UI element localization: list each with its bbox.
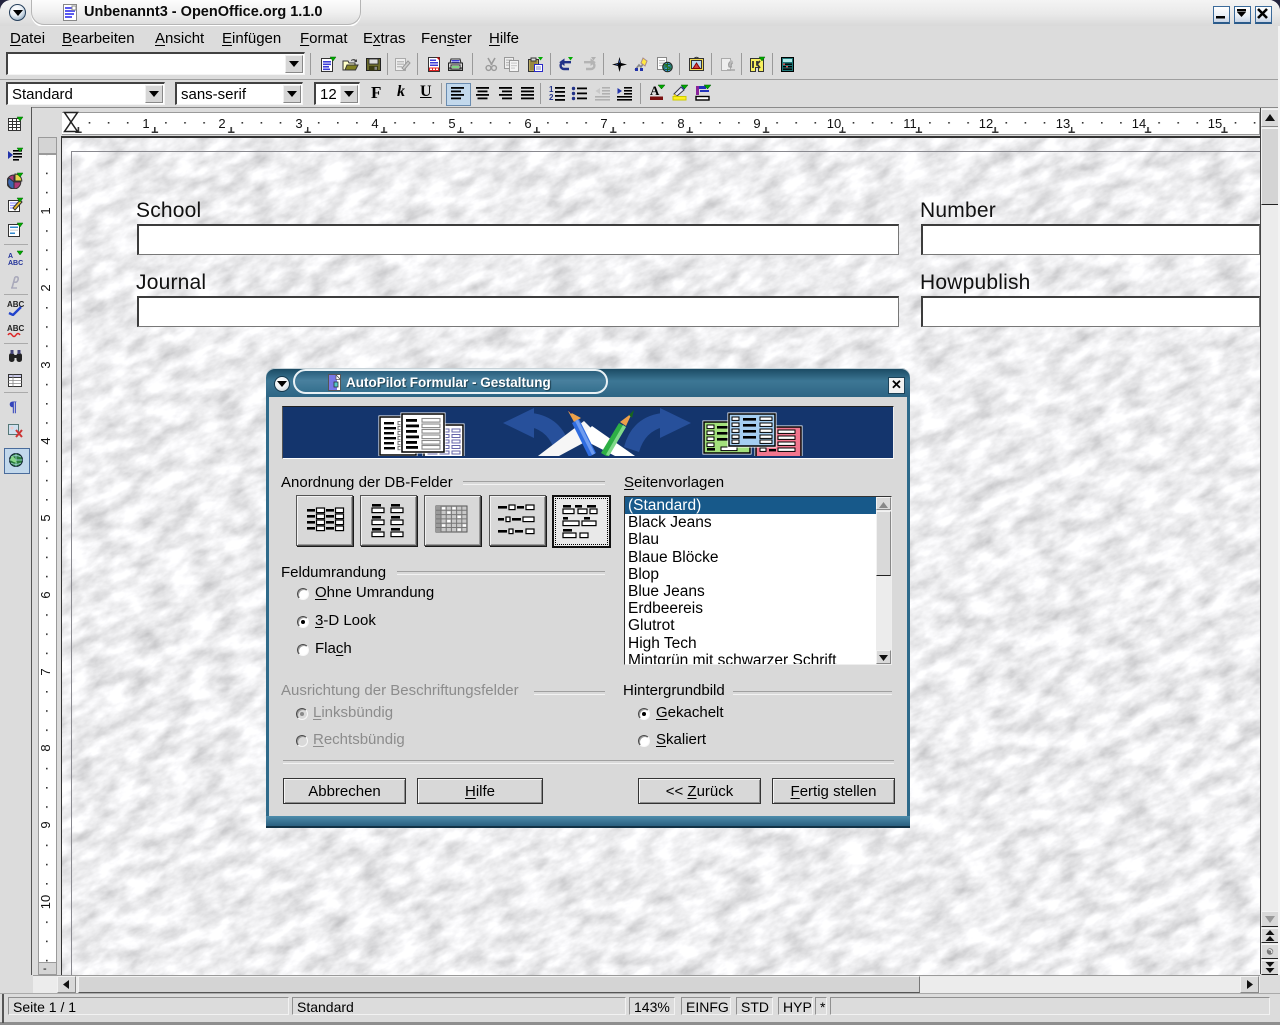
svg-text:7: 7 [39,668,53,675]
svg-text:5: 5 [39,514,53,521]
svg-text:5: 5 [448,116,455,131]
svg-text:4: 4 [39,437,53,444]
svg-text:3: 3 [39,361,53,368]
svg-text:1: 1 [142,116,149,131]
svg-text:6: 6 [39,591,53,598]
svg-text:12: 12 [979,116,993,131]
svg-text:10: 10 [827,116,841,131]
svg-text:2: 2 [218,116,225,131]
svg-text:ABC: ABC [7,324,24,333]
svg-text:14: 14 [1132,116,1146,131]
svg-text:7: 7 [600,116,607,131]
svg-text:9: 9 [753,116,760,131]
svg-text:ABC: ABC [8,260,23,267]
svg-text:2: 2 [549,93,554,102]
svg-text:9: 9 [39,821,53,828]
svg-text:A: A [8,253,13,260]
svg-text:8: 8 [39,744,53,751]
svg-text:6: 6 [524,116,531,131]
svg-text:11: 11 [903,116,917,131]
svg-text:2: 2 [39,284,53,291]
svg-text:¶: ¶ [9,399,17,414]
svg-text:3: 3 [295,116,302,131]
svg-text:8: 8 [677,116,684,131]
svg-text:10: 10 [39,895,53,909]
svg-text:4: 4 [371,116,378,131]
svg-text:13: 13 [1056,116,1070,131]
svg-text:15: 15 [1208,116,1222,131]
svg-text:1: 1 [39,207,53,214]
svg-text:A: A [650,84,660,98]
